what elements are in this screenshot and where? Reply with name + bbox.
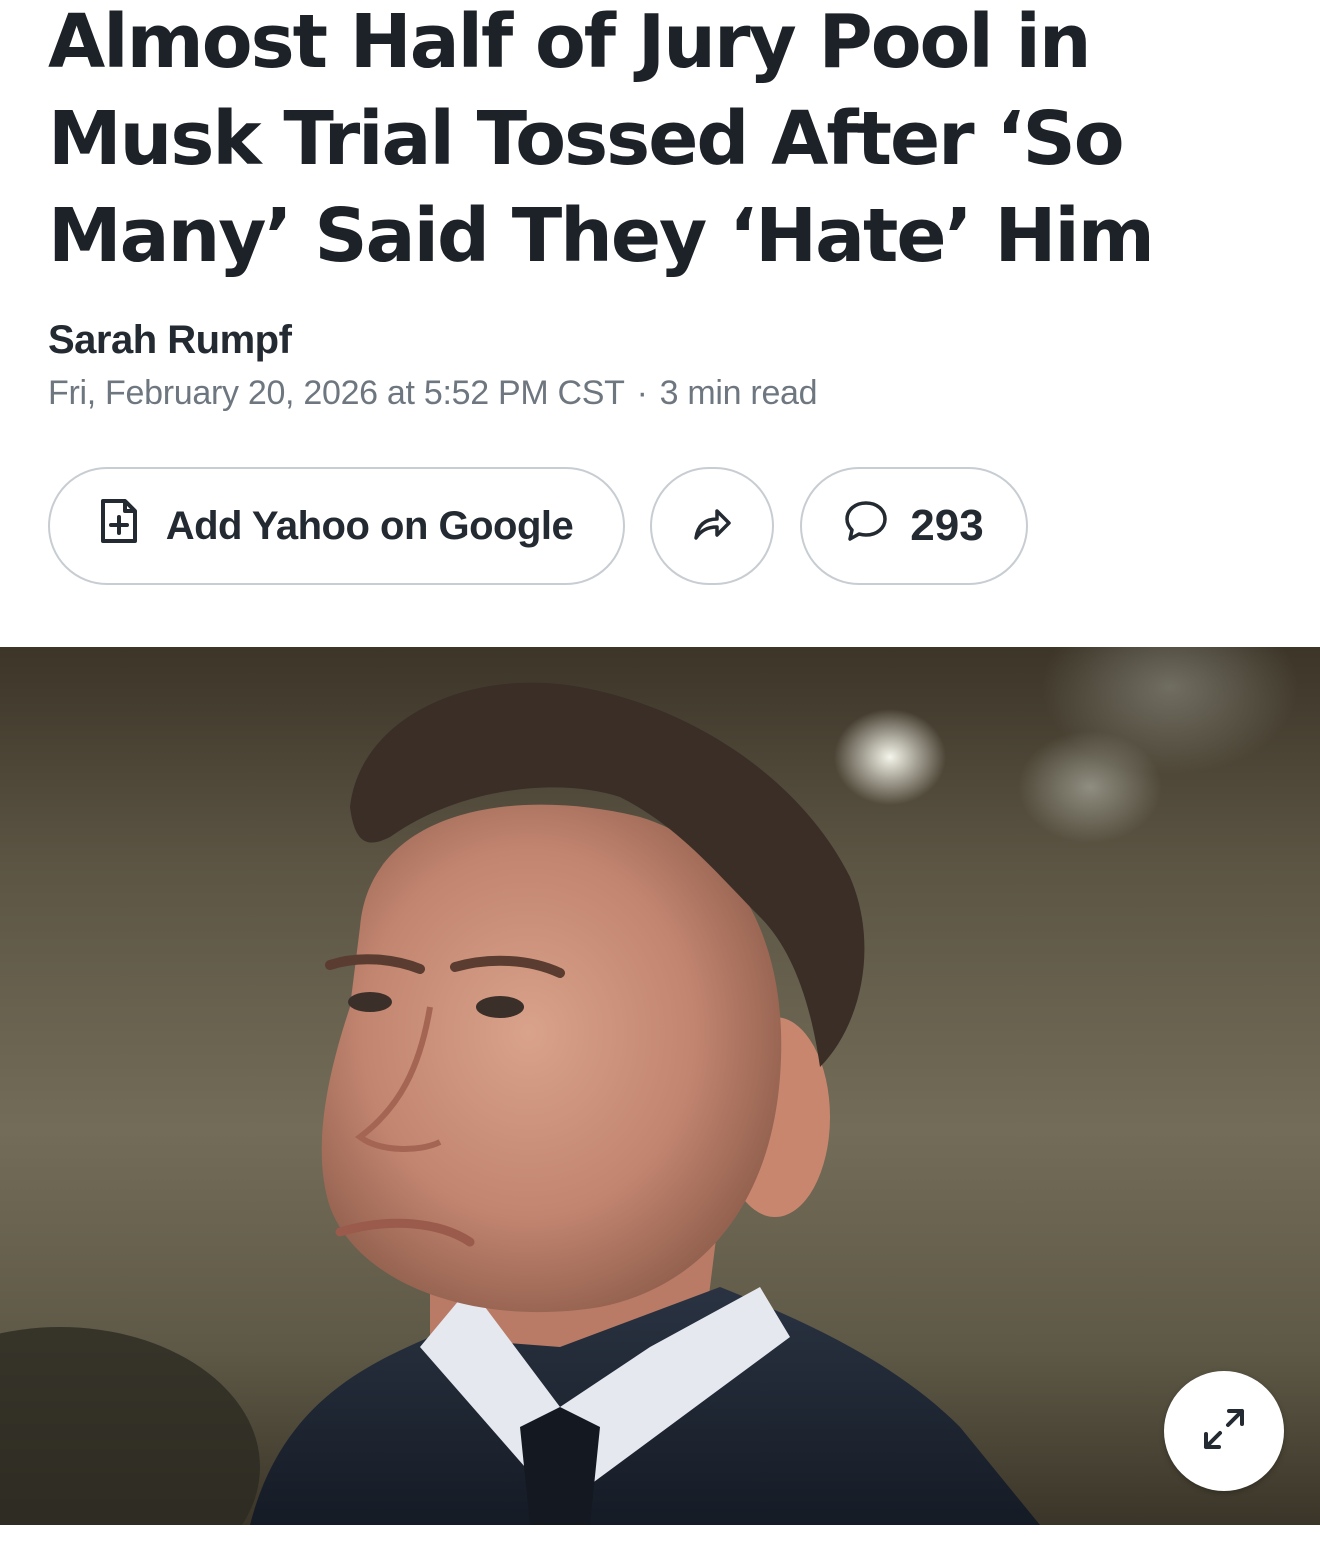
comments-button[interactable]: 293 [800,467,1028,585]
share-arrow-icon [692,507,732,546]
publish-date: Fri, February 20, 2026 at 5:52 PM CST [48,374,625,412]
speech-bubble-icon [844,499,888,554]
expand-image-button[interactable] [1164,1371,1284,1491]
comment-count: 293 [910,501,984,550]
document-plus-icon [100,498,138,554]
share-button[interactable] [650,467,774,585]
article-meta: Fri, February 20, 2026 at 5:52 PM CST · 3 … [48,374,818,413]
read-time: 3 min read [659,374,818,412]
meta-separator: · [636,374,648,412]
headline: Almost Half of Jury Pool in Musk Trial T… [48,0,1155,279]
add-yahoo-on-google-button[interactable]: Add Yahoo on Google [48,467,625,585]
author-name[interactable]: Sarah Rumpf [48,318,292,363]
add-yahoo-on-google-label: Add Yahoo on Google [165,503,574,548]
article-hero-image [0,647,1320,1525]
expand-arrows-icon [1198,1403,1250,1460]
portrait-photo [0,682,1040,1525]
